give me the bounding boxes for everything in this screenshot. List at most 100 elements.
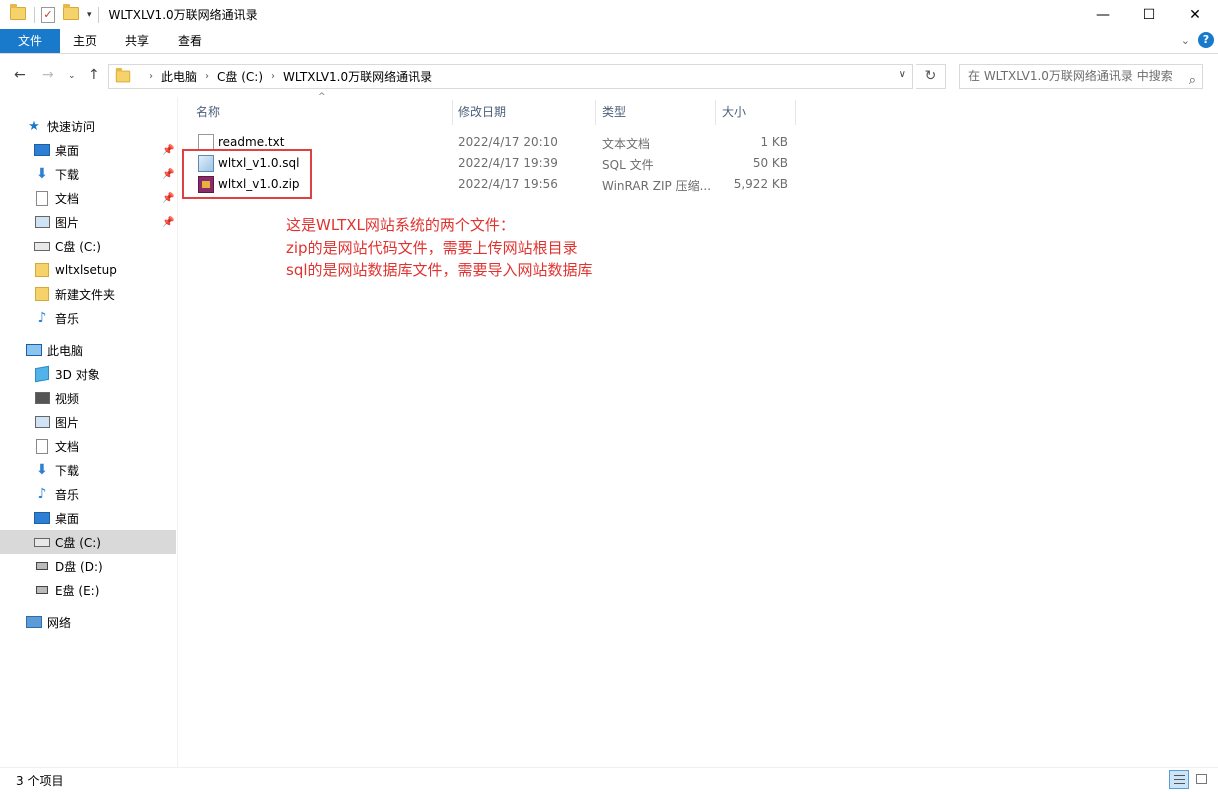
- sidebar-item-e-drive[interactable]: E盘 (E:): [0, 578, 176, 602]
- address-history-dropdown-icon[interactable]: ∨: [899, 69, 906, 80]
- document-icon: [36, 438, 48, 454]
- column-divider[interactable]: [795, 100, 796, 125]
- annotation-line-3: sql的是网站数据库文件，需要导入网站数据库: [286, 261, 593, 279]
- title-bar: ✓ ▾ WLTXLV1.0万联网络通讯录 — ☐ ✕: [0, 0, 1218, 29]
- breadcrumb-separator-icon[interactable]: ›: [149, 71, 153, 82]
- sidebar-item-label: 下载: [55, 167, 80, 182]
- refresh-icon: ↻: [924, 68, 937, 84]
- sidebar-item-pictures[interactable]: 图片 📌: [0, 210, 176, 234]
- sidebar-item-label: C盘 (C:): [55, 239, 101, 254]
- tab-view[interactable]: 查看: [164, 29, 216, 53]
- recent-locations-icon[interactable]: ⌄: [68, 71, 76, 81]
- file-size: 1 KB: [760, 135, 788, 149]
- forward-arrow-icon[interactable]: →: [42, 67, 54, 83]
- sidebar-item-label: wltxlsetup: [55, 263, 117, 277]
- file-date: 2022/4/17 19:56: [458, 177, 558, 191]
- column-divider[interactable]: [452, 100, 453, 125]
- sidebar-item-wltxlsetup[interactable]: wltxlsetup: [0, 258, 176, 282]
- sidebar-item-this-pc[interactable]: 此电脑: [0, 338, 176, 362]
- desktop-icon: [34, 512, 50, 524]
- sidebar-item-label: 文档: [55, 191, 80, 206]
- large-icons-view-button[interactable]: [1192, 770, 1212, 789]
- sidebar-item-desktop[interactable]: 桌面 📌: [0, 138, 176, 162]
- file-size: 50 KB: [752, 156, 788, 170]
- breadcrumb-separator-icon[interactable]: ›: [205, 71, 209, 82]
- file-date: 2022/4/17 20:10: [458, 135, 558, 149]
- sidebar-item-pc-downloads[interactable]: ⬇ 下载: [0, 458, 176, 482]
- search-input[interactable]: 在 WLTXLV1.0万联网络通讯录 中搜索 ⌕: [959, 64, 1203, 89]
- sidebar-item-pc-music[interactable]: ♪ 音乐: [0, 482, 176, 506]
- maximize-button[interactable]: ☐: [1126, 0, 1172, 29]
- back-arrow-icon[interactable]: ←: [14, 67, 26, 83]
- refresh-button[interactable]: ↻: [916, 64, 946, 89]
- column-header-type[interactable]: 类型: [602, 100, 714, 125]
- sidebar-item-d-drive[interactable]: D盘 (D:): [0, 554, 176, 578]
- sidebar-item-network[interactable]: 网络: [0, 610, 176, 634]
- breadcrumb-c-drive[interactable]: C盘 (C:): [217, 68, 263, 85]
- sidebar-item-pc-desktop[interactable]: 桌面: [0, 506, 176, 530]
- quick-access-toolbar: ✓ ▾: [0, 0, 98, 29]
- navigation-pane: ★ 快速访问 桌面 📌 ⬇ 下载 📌 文档 📌 图片 📌 C盘 (C:) wlt…: [0, 97, 178, 767]
- up-arrow-icon[interactable]: ↑: [88, 67, 100, 83]
- sidebar-item-c-drive-quick[interactable]: C盘 (C:): [0, 234, 176, 258]
- sidebar-item-pc-documents[interactable]: 文档: [0, 434, 176, 458]
- status-bar: 3 个项目: [0, 767, 1218, 792]
- file-size: 5,922 KB: [733, 177, 788, 191]
- 3d-objects-icon: [35, 365, 49, 383]
- video-icon: [34, 392, 50, 404]
- tab-share[interactable]: 共享: [112, 29, 162, 53]
- annotation-line-1: 这是WLTXL网站系统的两个文件：: [286, 216, 515, 234]
- sidebar-item-label: 下载: [55, 463, 80, 478]
- properties-icon[interactable]: ✓: [41, 6, 55, 23]
- expand-ribbon-icon[interactable]: ⌄: [1181, 34, 1190, 47]
- sidebar-item-3d-objects[interactable]: 3D 对象: [0, 362, 176, 386]
- column-header-size[interactable]: 大小: [722, 100, 794, 125]
- customize-toolbar-icon[interactable]: ▾: [87, 10, 92, 20]
- column-header-date[interactable]: 修改日期: [458, 100, 594, 125]
- details-view-button[interactable]: [1169, 770, 1189, 789]
- sidebar-item-label: 3D 对象: [55, 367, 100, 382]
- sidebar-item-label: E盘 (E:): [55, 583, 100, 598]
- address-folder-icon: [115, 67, 131, 83]
- sidebar-item-label: 此电脑: [47, 343, 84, 358]
- annotation-highlight-box: [182, 149, 312, 199]
- sidebar-item-documents[interactable]: 文档 📌: [0, 186, 176, 210]
- new-folder-icon[interactable]: [63, 3, 79, 23]
- breadcrumb-this-pc[interactable]: 此电脑: [161, 68, 197, 85]
- ribbon-tabs: 文件 主页 共享 查看 ⌄ ?: [0, 29, 1218, 54]
- network-icon: [26, 616, 42, 628]
- breadcrumb-separator-icon[interactable]: ›: [271, 71, 275, 82]
- music-icon: ♪: [37, 486, 47, 502]
- sidebar-item-label: 音乐: [55, 311, 80, 326]
- navigation-bar: ← → ⌄ ↑ › 此电脑 › C盘 (C:) › WLTXLV1.0万联网络通…: [0, 55, 1218, 97]
- download-icon: ⬇: [36, 166, 48, 182]
- desktop-icon: [34, 144, 50, 156]
- drive-icon: [36, 562, 48, 570]
- close-button[interactable]: ✕: [1172, 0, 1218, 29]
- search-icon[interactable]: ⌕: [1189, 69, 1196, 92]
- window-folder-icon: [10, 3, 26, 23]
- computer-icon: [26, 344, 42, 356]
- sidebar-item-new-folder[interactable]: 新建文件夹: [0, 282, 176, 306]
- address-bar[interactable]: › 此电脑 › C盘 (C:) › WLTXLV1.0万联网络通讯录 ∨: [108, 64, 913, 89]
- drive-icon: [34, 537, 50, 547]
- minimize-button[interactable]: —: [1080, 0, 1126, 29]
- tab-file[interactable]: 文件: [0, 29, 60, 53]
- column-divider[interactable]: [595, 100, 596, 125]
- sidebar-item-c-drive[interactable]: C盘 (C:): [0, 530, 176, 554]
- title-divider: [97, 6, 99, 23]
- sidebar-item-label: 文档: [55, 439, 80, 454]
- breadcrumb-current-folder[interactable]: WLTXLV1.0万联网络通讯录: [283, 68, 432, 85]
- sidebar-item-pc-pictures[interactable]: 图片: [0, 410, 176, 434]
- column-header-name[interactable]: 名称: [196, 100, 451, 125]
- sidebar-item-music[interactable]: ♪ 音乐: [0, 306, 176, 330]
- sidebar-item-quick-access[interactable]: ★ 快速访问: [0, 114, 176, 138]
- sidebar-item-label: 网络: [47, 615, 72, 630]
- pictures-icon: [34, 416, 50, 428]
- tab-home[interactable]: 主页: [60, 29, 110, 53]
- column-divider[interactable]: [715, 100, 716, 125]
- sidebar-item-downloads[interactable]: ⬇ 下载 📌: [0, 162, 176, 186]
- help-icon[interactable]: ?: [1198, 32, 1214, 48]
- sidebar-item-videos[interactable]: 视频: [0, 386, 176, 410]
- pin-icon: 📌: [162, 168, 175, 180]
